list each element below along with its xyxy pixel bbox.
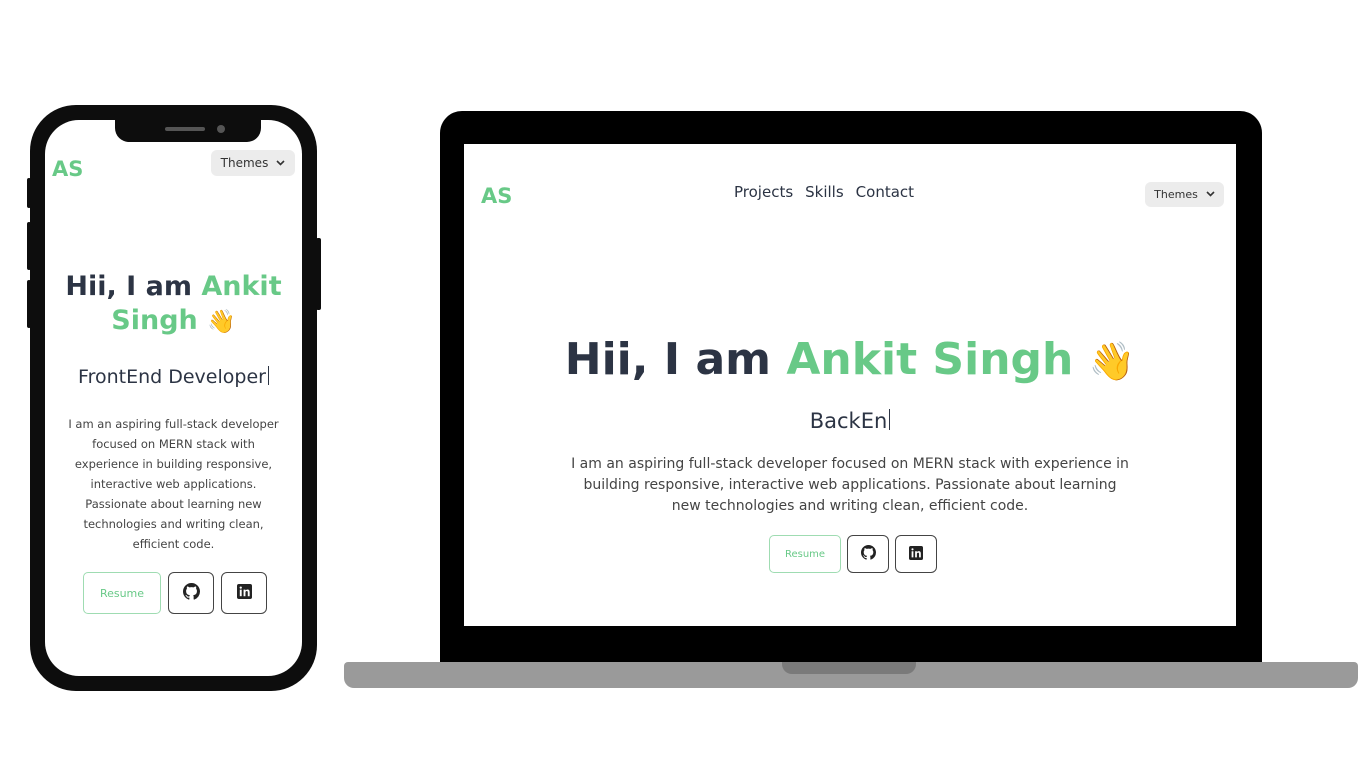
nav-projects[interactable]: Projects xyxy=(734,183,793,201)
hero-description: I am an aspiring full-stack developer fo… xyxy=(68,417,279,551)
chevron-down-icon xyxy=(1206,189,1215,200)
resume-button[interactable]: Resume xyxy=(769,535,841,573)
laptop-mockup: AS Projects Skills Contact Themes Hii, I… xyxy=(440,111,1262,671)
phone-notch xyxy=(115,120,261,142)
resume-button[interactable]: Resume xyxy=(83,572,161,614)
github-button[interactable] xyxy=(168,572,214,614)
phone-mockup: AS Themes Hii, I am Ankit Singh 👋 FrontE… xyxy=(30,105,317,691)
typed-role: FrontEnd Developer xyxy=(45,366,302,388)
logo[interactable]: AS xyxy=(481,184,512,208)
github-button[interactable] xyxy=(847,535,889,573)
laptop-hinge-notch xyxy=(782,662,916,674)
hero-title: Hii, I am Ankit Singh 👋 xyxy=(464,330,1236,391)
linkedin-icon xyxy=(236,583,252,603)
hero-greeting: Hii, I am xyxy=(564,334,772,385)
hero-actions: Resume xyxy=(769,535,937,573)
hero-greeting: Hii, I am xyxy=(65,271,192,302)
phone-screen: AS Themes Hii, I am Ankit Singh 👋 FrontE… xyxy=(45,120,302,676)
hero-actions: Resume xyxy=(83,572,267,614)
nav-skills[interactable]: Skills xyxy=(805,183,844,201)
themes-dropdown[interactable]: Themes xyxy=(211,150,295,176)
chevron-down-icon xyxy=(276,158,285,169)
typing-caret xyxy=(889,409,891,430)
typing-caret xyxy=(267,366,269,385)
github-icon xyxy=(182,582,200,604)
linkedin-button[interactable] xyxy=(895,535,937,573)
waving-hand-icon: 👋 xyxy=(207,309,236,335)
themes-label: Themes xyxy=(220,156,269,170)
themes-dropdown[interactable]: Themes xyxy=(1145,182,1224,207)
hero-name: Ankit Singh xyxy=(786,334,1074,385)
typed-role-text: BackEn xyxy=(809,409,888,433)
linkedin-icon xyxy=(909,545,923,564)
main-nav: Projects Skills Contact xyxy=(734,183,914,201)
typed-role-text: FrontEnd Developer xyxy=(78,366,266,388)
waving-hand-icon: 👋 xyxy=(1088,339,1136,383)
themes-label: Themes xyxy=(1154,188,1198,201)
hero-description: I am an aspiring full-stack developer fo… xyxy=(571,456,1129,514)
nav-contact[interactable]: Contact xyxy=(856,183,914,201)
laptop-screen: AS Projects Skills Contact Themes Hii, I… xyxy=(464,144,1236,626)
phone-speaker xyxy=(165,127,205,131)
github-icon xyxy=(860,544,876,564)
phone-camera xyxy=(217,125,225,133)
hero-title: Hii, I am Ankit Singh 👋 xyxy=(45,270,302,339)
logo[interactable]: AS xyxy=(52,157,83,181)
linkedin-button[interactable] xyxy=(221,572,267,614)
typed-role: BackEn xyxy=(464,409,1236,433)
